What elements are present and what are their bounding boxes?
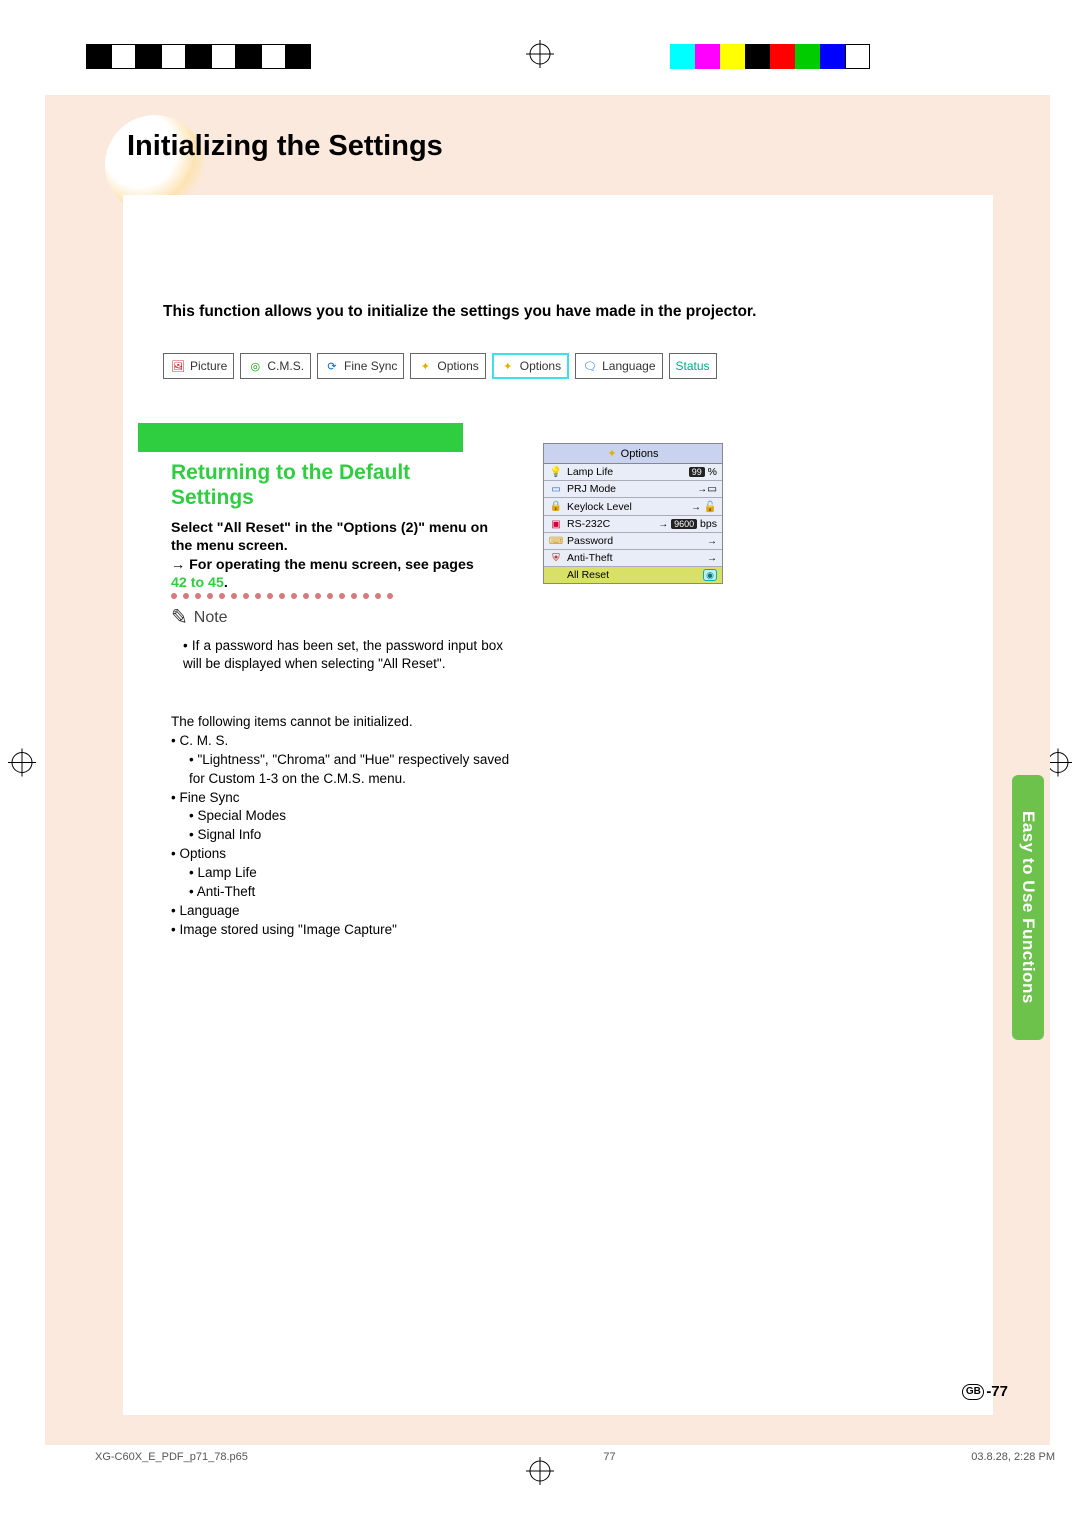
tab-language: 🗨 Language <box>575 353 662 379</box>
osd-row-label: Anti-Theft <box>567 552 703 564</box>
tab-cms: ◎ C.M.S. <box>240 353 311 379</box>
osd-row-label: PRJ Mode <box>567 483 693 495</box>
green-accent-bar <box>138 423 463 452</box>
tab-label: Options <box>437 359 478 373</box>
list-subitem: Lamp Life <box>171 864 511 883</box>
osd-row-label: Lamp Life <box>567 466 685 478</box>
color-registration <box>670 44 870 69</box>
osd-row-allreset: All Reset ◉ <box>544 567 722 583</box>
note-icon: ✎ <box>171 604 188 632</box>
note-header: ✎ Note <box>171 605 228 630</box>
tab-icon: 🗨 <box>582 358 598 374</box>
options-osd: ✦ Options 💡 Lamp Life 99 % ▭ PRJ Mode →▭ 🔒 Keyl… <box>543 443 723 584</box>
subtitle: This function allows you to initialize t… <box>163 303 983 321</box>
osd-row-antitheft: ⛨ Anti-Theft → <box>544 550 722 567</box>
tab-options: ✦ Options <box>492 353 569 379</box>
tab-icon: ✦ <box>500 358 516 374</box>
footer-filename: XG-C60X_E_PDF_p71_78.p65 <box>95 1451 248 1463</box>
osd-row-value: 99 % <box>689 466 717 478</box>
osd-row-label: RS-232C <box>567 518 654 530</box>
osd-row-icon <box>549 569 563 581</box>
tab-label: Options <box>520 359 561 373</box>
section-side-tab: Easy to Use Functions <box>1012 775 1044 1040</box>
list-item: Fine Sync <box>171 789 511 808</box>
tab-icon: ⟳ <box>324 358 340 374</box>
cannot-intro: The following items cannot be initialize… <box>171 713 511 732</box>
tab-finesync: ⟳ Fine Sync <box>317 353 404 379</box>
section-heading: Returning to the Default Settings <box>171 460 471 510</box>
page-background: Initializing the Settings This function … <box>45 95 1050 1445</box>
osd-row-label: Keylock Level <box>567 501 687 513</box>
list-item: Options <box>171 845 511 864</box>
tab-label: Language <box>602 359 655 373</box>
osd-row-value: → 🔓 <box>691 500 717 513</box>
osd-row-value: ◉ <box>703 569 717 581</box>
osd-row-label: Password <box>567 535 703 547</box>
osd-row-icon: ▭ <box>549 483 563 495</box>
list-item: Image stored using "Image Capture" <box>171 921 511 940</box>
list-subitem: Signal Info <box>171 826 511 845</box>
osd-row-prjmode: ▭ PRJ Mode →▭ <box>544 481 722 498</box>
footer-timestamp: 03.8.28, 2:28 PM <box>971 1451 1055 1463</box>
osd-row-icon: ⌨ <box>549 535 563 547</box>
tab-status: Status <box>669 353 717 379</box>
content-area: This function allows you to initialize t… <box>123 195 993 1415</box>
registration-mark-top <box>526 40 554 71</box>
list-item: C. M. S. <box>171 732 511 751</box>
page-reference-link: 42 to 45 <box>171 575 224 591</box>
list-subitem: Special Modes <box>171 807 511 826</box>
tab-label: Fine Sync <box>344 359 397 373</box>
tab-icon: 🖼 <box>170 358 186 374</box>
tab-icon: ✦ <box>417 358 433 374</box>
osd-row-password: ⌨ Password → <box>544 533 722 550</box>
bw-registration <box>86 44 311 69</box>
registration-mark-left <box>8 749 36 780</box>
menu-tabs: 🖼 Picture ◎ C.M.S. ⟳ Fine Sync ✦ Options ✦ Option… <box>163 353 717 379</box>
osd-row-icon: ⛨ <box>549 552 563 564</box>
osd-row-value: →▭ <box>697 483 717 495</box>
osd-row-value: → <box>707 552 717 564</box>
osd-row-label: All Reset <box>567 569 699 581</box>
osd-row-icon: 💡 <box>549 466 563 478</box>
osd-row-keylocklevel: 🔒 Keylock Level → 🔓 <box>544 498 722 516</box>
tab-picture: 🖼 Picture <box>163 353 234 379</box>
page-number: GB-77 <box>962 1383 1008 1400</box>
osd-row-rsc: ▣ RS-232C → 9600 bps <box>544 516 722 533</box>
osd-row-icon: 🔒 <box>549 501 563 513</box>
instruction-line2: → For operating the menu screen, see pag… <box>171 557 474 591</box>
osd-row-value: → 9600 bps <box>658 518 717 530</box>
list-subitem: Anti-Theft <box>171 883 511 902</box>
dotted-divider <box>171 593 393 599</box>
osd-row-value: → <box>707 535 717 547</box>
tab-options: ✦ Options <box>410 353 485 379</box>
footer-page: 77 <box>603 1451 615 1463</box>
cannot-initialize-list: The following items cannot be initialize… <box>171 713 511 940</box>
note-label: Note <box>194 609 228 627</box>
instruction-line1: Select "All Reset" in the "Options (2)" … <box>171 520 488 554</box>
list-subitem: "Lightness", "Chroma" and "Hue" respecti… <box>171 751 511 789</box>
osd-row-icon: ▣ <box>549 518 563 530</box>
tab-label: C.M.S. <box>267 359 304 373</box>
osd-title: ✦ Options <box>544 444 722 464</box>
tab-label: Status <box>676 359 710 373</box>
instruction-block: Select "All Reset" in the "Options (2)" … <box>171 519 491 593</box>
note-body: • If a password has been set, the passwo… <box>183 637 503 673</box>
footer-print-info: XG-C60X_E_PDF_p71_78.p65 77 03.8.28, 2:2… <box>95 1451 1055 1463</box>
page-title: Initializing the Settings <box>127 130 443 163</box>
osd-row-lamplife: 💡 Lamp Life 99 % <box>544 464 722 481</box>
list-item: Language <box>171 902 511 921</box>
tab-label: Picture <box>190 359 227 373</box>
tab-icon: ◎ <box>247 358 263 374</box>
